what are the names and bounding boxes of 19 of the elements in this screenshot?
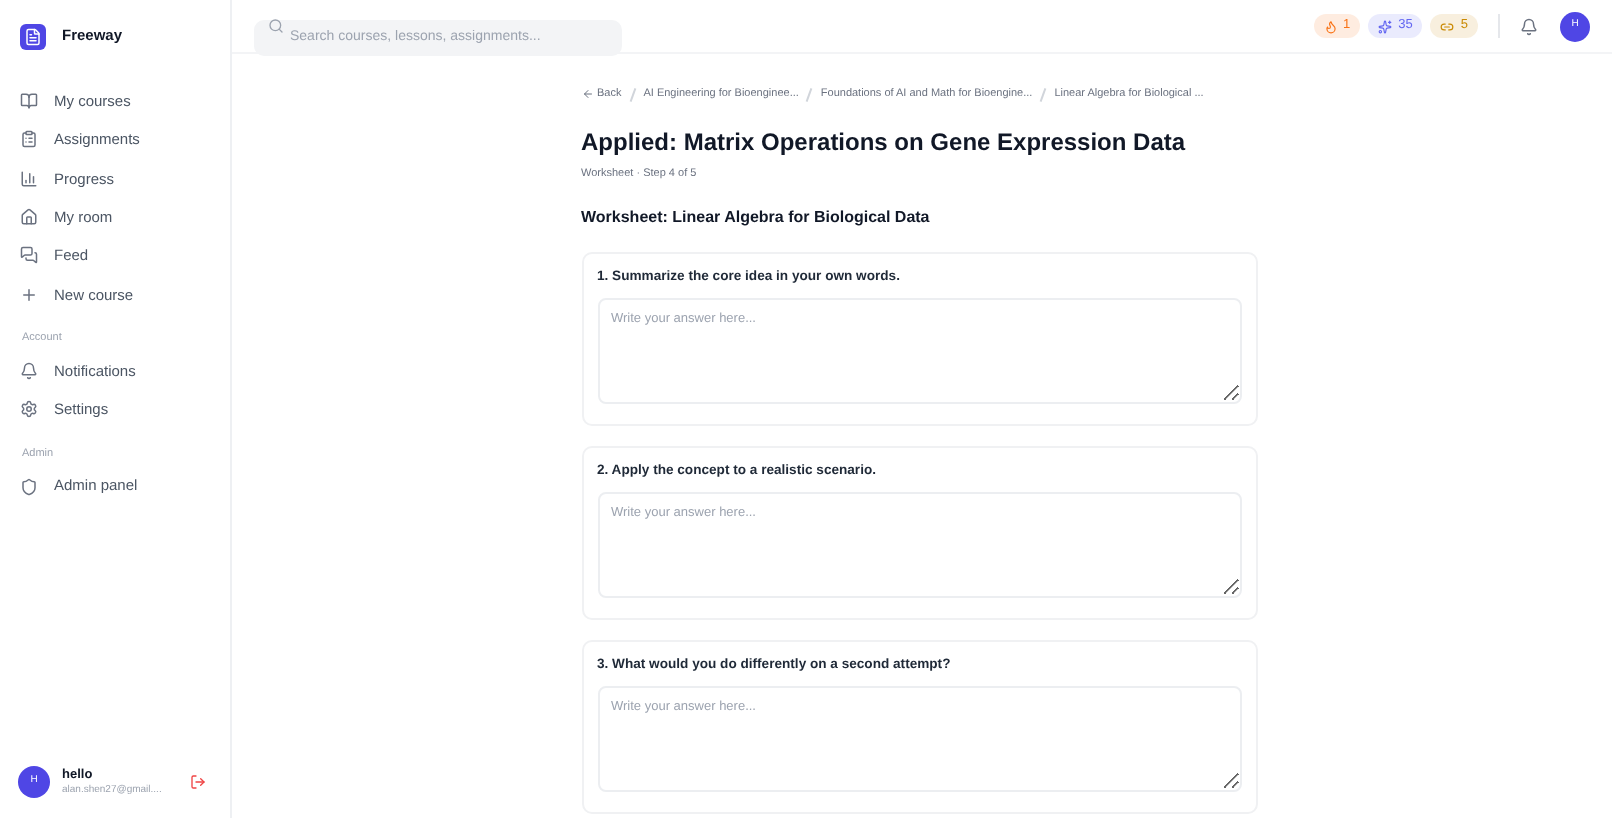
link-icon <box>1440 19 1455 33</box>
page-title: Applied: Matrix Operations on Gene Expression Data <box>581 126 1188 161</box>
section-title: Worksheet: Linear Algebra for Biological Data <box>581 205 932 229</box>
settings-icon <box>20 400 38 419</box>
logout-icon[interactable] <box>190 774 206 790</box>
shield-icon <box>20 477 38 496</box>
back-arrow-icon[interactable] <box>581 88 593 101</box>
bell-icon <box>20 361 38 380</box>
plus-icon <box>20 285 38 304</box>
notifications-icon[interactable] <box>1520 17 1538 35</box>
clipboard-icon <box>20 130 38 149</box>
flame-icon <box>1323 19 1338 33</box>
house-icon <box>20 208 38 227</box>
bar-chart-icon <box>20 169 38 188</box>
book-icon <box>20 92 38 111</box>
sparkle-icon <box>1378 19 1393 33</box>
search-icon <box>268 18 284 34</box>
chat-icon <box>20 246 38 265</box>
logo-icon <box>20 23 46 49</box>
